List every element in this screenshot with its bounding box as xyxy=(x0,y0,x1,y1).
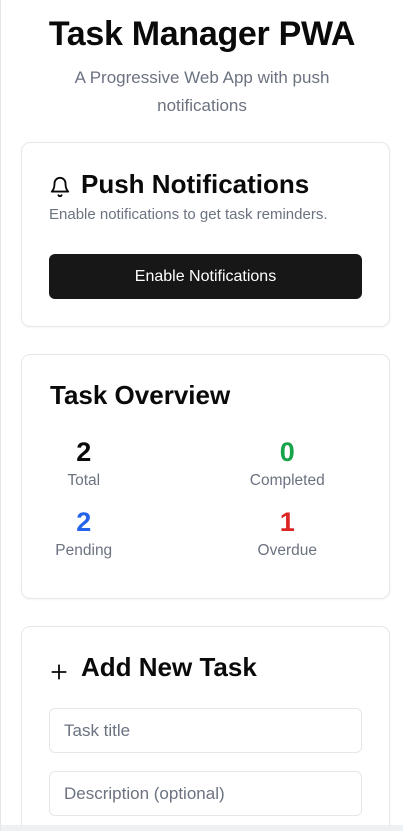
task-title-input[interactable] xyxy=(49,708,362,753)
add-task-title: Add New Task xyxy=(81,652,257,682)
stat-completed-value: 0 xyxy=(279,437,295,467)
add-task-heading: Add New Task xyxy=(49,651,257,683)
stat-overdue: 1 Overdue xyxy=(206,505,390,561)
push-notifications-heading: Push Notifications xyxy=(49,168,309,200)
task-description-input[interactable] xyxy=(49,771,362,816)
page: Task Manager PWA A Progressive Web App w… xyxy=(0,0,403,831)
plus-icon xyxy=(49,657,69,680)
stat-overdue-label: Overdue xyxy=(257,542,317,559)
stat-overdue-value: 1 xyxy=(279,507,295,537)
bottom-scroll-strip xyxy=(1,825,403,831)
page-title: Task Manager PWA xyxy=(48,15,356,53)
push-notifications-description: Enable notifications to get task reminde… xyxy=(49,206,328,223)
stat-pending-label: Pending xyxy=(55,542,113,559)
enable-notifications-button[interactable]: Enable Notifications xyxy=(49,254,362,299)
stat-total: 2 Total xyxy=(22,435,206,491)
stat-total-label: Total xyxy=(67,472,101,489)
bell-icon xyxy=(49,173,71,198)
stat-pending: 2 Pending xyxy=(22,505,206,561)
task-stats-grid: 2 Total 0 Completed 2 Pending 1 Overdue xyxy=(22,435,389,561)
push-notifications-card: Push Notifications Enable notifications … xyxy=(21,142,390,327)
task-overview-card: Task Overview 2 Total 0 Completed 2 Pend… xyxy=(21,354,390,599)
page-subtitle: A Progressive Web App with push notifica… xyxy=(74,68,330,115)
add-task-card: Add New Task xyxy=(21,626,390,831)
push-notifications-title: Push Notifications xyxy=(81,169,310,199)
stat-completed-label: Completed xyxy=(249,472,325,489)
app-header: Task Manager PWA A Progressive Web App w… xyxy=(1,0,403,120)
stat-total-value: 2 xyxy=(76,437,92,467)
stat-completed: 0 Completed xyxy=(206,435,390,491)
stat-pending-value: 2 xyxy=(76,507,92,537)
task-overview-heading: Task Overview xyxy=(50,380,231,410)
